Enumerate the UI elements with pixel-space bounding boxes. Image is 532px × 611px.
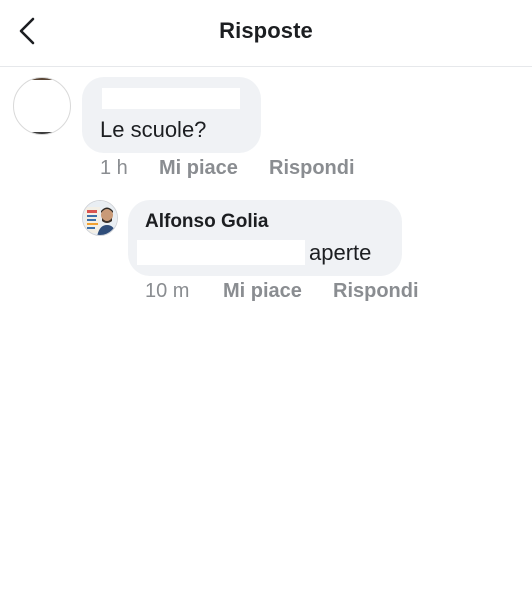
reply-like-button[interactable]: Mi piace — [223, 280, 302, 303]
reply-like-label: Mi piace — [223, 280, 302, 302]
reply-text: aperte — [309, 240, 372, 265]
comment-text: Le scuole? — [100, 117, 207, 142]
redacted-author-name — [102, 88, 240, 109]
reply-author-name[interactable]: Alfonso Golia — [145, 211, 269, 233]
comment-meta: 1 h — [100, 157, 128, 180]
comment-like-button[interactable]: Mi piace — [159, 157, 238, 180]
comment-reply-label: Rispondi — [269, 157, 355, 179]
top-bar: Risposte — [0, 0, 532, 67]
reply-meta: 10 m — [145, 280, 189, 303]
page-title: Risposte — [219, 18, 313, 43]
reply-bubble[interactable]: Alfonso Golia aperte — [128, 200, 402, 276]
comment-bubble[interactable]: Le scuole? — [82, 77, 261, 153]
reply-author-avatar[interactable] — [82, 200, 118, 236]
replies-screen: Risposte Le scuole? 1 h Mi piace Rispond… — [0, 0, 532, 611]
comment-time: 1 h — [100, 157, 128, 179]
reply-reply-label: Rispondi — [333, 280, 419, 302]
comment-like-label: Mi piace — [159, 157, 238, 179]
reply-time: 10 m — [145, 280, 190, 302]
comment-reply-button[interactable]: Rispondi — [269, 157, 355, 180]
commenter-avatar[interactable] — [13, 77, 71, 135]
avatar-image — [83, 201, 117, 235]
redacted-reply-text — [137, 240, 305, 265]
reply-reply-button[interactable]: Rispondi — [333, 280, 419, 303]
